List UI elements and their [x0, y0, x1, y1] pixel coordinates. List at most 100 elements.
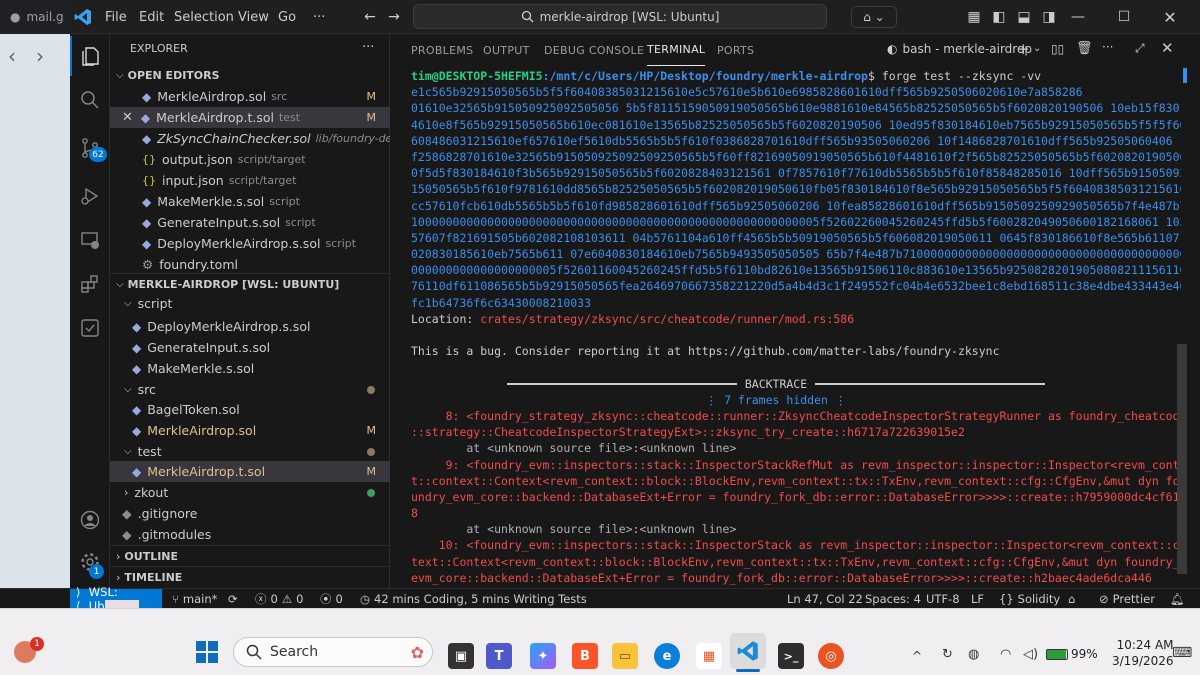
open-editor-item[interactable]: ◆ MakeMerkle.s.sol script — [110, 191, 390, 212]
edge-icon[interactable]: e — [654, 643, 680, 669]
new-terminal-icon[interactable]: + — [1017, 40, 1030, 58]
browser-tab[interactable]: ● mail.g — [0, 0, 70, 34]
tab-terminal[interactable]: TERMINAL — [647, 34, 706, 66]
tray-app-icon[interactable]: ◍ — [968, 647, 979, 662]
menu-go[interactable]: Go — [278, 0, 296, 34]
tab-output[interactable]: OUTPUT — [483, 34, 530, 66]
file-item[interactable]: ◆ MerkleAirdrop.sol M — [110, 420, 390, 441]
customize-layout-icon[interactable]: ▦ — [964, 7, 984, 27]
run-debug-icon[interactable] — [70, 176, 110, 216]
tab-ports[interactable]: PORTS — [717, 34, 754, 66]
close-icon[interactable]: ✕ — [1160, 7, 1180, 27]
ports-indicator[interactable]: ⦿ 0 — [320, 589, 343, 608]
account-icon[interactable] — [70, 500, 110, 540]
brave-icon[interactable]: B — [572, 643, 598, 669]
maximize-icon[interactable]: ☐ — [1114, 7, 1134, 27]
more-actions-icon[interactable]: ··· — [1102, 40, 1113, 54]
tray-overflow-icon[interactable]: ^ — [912, 649, 922, 663]
open-editor-item[interactable]: ⚙ foundry.toml — [110, 254, 390, 275]
open-editors-header[interactable]: ⌵ OPEN EDITORS — [110, 65, 390, 86]
open-editor-item-active[interactable]: ✕ ◆ MerkleAirdrop.t.sol test M — [110, 107, 390, 128]
split-terminal-icon[interactable]: ▯▯ — [1051, 42, 1064, 56]
copilot-button[interactable]: ⌂ ⌄ — [851, 6, 897, 28]
terminal-output[interactable]: tim@DESKTOP-5HEFMI5:/mnt/c/Users/HP/Desk… — [411, 68, 1181, 588]
file-item[interactable]: ◆ BagelToken.sol — [110, 399, 390, 420]
time-tracking[interactable]: ◷ 42 mins Coding, 5 mins Writing Tests — [360, 589, 587, 608]
open-editor-item[interactable]: ◆ ZkSyncChainChecker.sol lib/foundry-dev… — [110, 128, 429, 149]
open-editor-item[interactable]: ◆ GenerateInput.s.sol script — [110, 212, 390, 233]
explorer-icon[interactable] — [70, 36, 110, 76]
remote-explorer-icon[interactable] — [70, 220, 110, 260]
back-arrow-icon[interactable]: ← — [360, 7, 380, 27]
terminal-scrollbar[interactable] — [1177, 344, 1187, 574]
open-editor-item[interactable]: ◆ DeployMerkleAirdrop.s.sol script — [110, 233, 390, 254]
terminal-selector[interactable]: ◐ bash - merkle-airdrop — [887, 42, 1032, 56]
file-item-selected[interactable]: ◆ MerkleAirdrop.t.sol M — [110, 461, 390, 482]
file-explorer-icon[interactable]: ▭ — [612, 643, 638, 669]
tab-problems[interactable]: PROBLEMS — [411, 34, 473, 66]
search-icon[interactable] — [70, 80, 110, 120]
branch-indicator[interactable]: ⑂ main* — [172, 589, 217, 608]
tray-sync-icon[interactable]: ↻ — [942, 647, 953, 662]
sync-icon[interactable]: ⟳ — [228, 589, 238, 608]
trash-icon[interactable]: 🗑 — [1076, 41, 1093, 56]
store-icon[interactable]: ▦ — [696, 643, 722, 669]
browser-forward-icon[interactable]: › — [36, 44, 44, 68]
problems-indicator[interactable]: ⓧ 0 ⚠ 0 — [255, 589, 303, 608]
terminal-icon[interactable]: >_ — [778, 643, 804, 669]
tab-debug-console[interactable]: DEBUG CONSOLE — [544, 34, 644, 66]
notification-center-icon[interactable]: ⌨ — [1172, 645, 1192, 661]
folder-zkout[interactable]: › zkout — [110, 482, 390, 503]
file-item[interactable]: ◆ .gitmodules — [110, 524, 390, 545]
menu-file[interactable]: File — [105, 0, 127, 34]
file-item[interactable]: ◆ GenerateInput.s.sol — [110, 337, 390, 358]
close-editor-icon[interactable]: ✕ — [122, 110, 133, 125]
volume-icon[interactable]: ◁) — [1023, 647, 1038, 662]
chevron-down-icon[interactable]: ⌄ — [1033, 43, 1041, 54]
testing-icon[interactable] — [70, 308, 110, 348]
ubuntu-icon[interactable]: ◎ — [818, 643, 844, 669]
menu-view[interactable]: View — [238, 0, 269, 34]
minimize-icon[interactable]: — — [1068, 7, 1088, 27]
toggle-sidebar-icon[interactable]: ◧ — [989, 7, 1009, 27]
prettier-status[interactable]: ⊘ Prettier — [1099, 589, 1155, 608]
copilot-status-icon[interactable]: ⌂ — [1068, 589, 1075, 608]
battery-icon[interactable] — [1046, 649, 1068, 660]
folder-src[interactable]: ⌵ src — [110, 379, 390, 400]
project-header[interactable]: ⌵ MERKLE-AIRDROP [WSL: UBUNTU] — [110, 273, 390, 294]
windows-start-icon[interactable] — [196, 641, 218, 663]
toggle-secondary-sidebar-icon[interactable]: ◨ — [1039, 7, 1059, 27]
close-panel-icon[interactable]: ✕ — [1161, 39, 1174, 57]
forward-arrow-icon[interactable]: → — [384, 7, 404, 27]
file-item[interactable]: ◆ .gitignore — [110, 503, 390, 524]
menu-more[interactable]: ··· — [313, 0, 325, 34]
vscode-taskbar-button[interactable] — [730, 633, 766, 669]
file-item[interactable]: ◆ DeployMerkleAirdrop.s.sol — [110, 316, 390, 337]
maximize-panel-icon[interactable]: ⤢ — [1135, 41, 1145, 56]
command-center[interactable]: merkle-airdrop [WSL: Ubuntu] — [413, 4, 827, 29]
open-editor-item[interactable]: {} output.json script/target — [110, 149, 390, 170]
explorer-more-button[interactable]: ··· — [362, 40, 374, 55]
folder-test[interactable]: ⌵ test — [110, 441, 390, 462]
outline-header[interactable]: › OUTLINE — [110, 545, 390, 566]
task-view-icon[interactable]: ▣ — [448, 643, 474, 669]
indentation[interactable]: Spaces: 4 — [865, 589, 921, 608]
clock[interactable]: 10:24 AM 3/19/2026 — [1112, 638, 1174, 668]
copilot-icon[interactable]: ✦ — [530, 643, 556, 669]
extensions-icon[interactable] — [70, 264, 110, 304]
menu-selection[interactable]: Selection — [174, 0, 234, 34]
folder-script[interactable]: ⌵ script — [110, 293, 390, 314]
cursor-position[interactable]: Ln 47, Col 22 — [787, 589, 863, 608]
encoding[interactable]: UTF-8 — [926, 589, 960, 608]
notifications-bell-icon[interactable]: 🔔︎ — [1170, 589, 1185, 608]
wifi-icon[interactable]: ◠ — [1000, 647, 1011, 662]
language-mode[interactable]: {} Solidity — [999, 589, 1060, 608]
menu-edit[interactable]: Edit — [139, 0, 164, 34]
open-editor-item[interactable]: {} input.json script/target — [110, 170, 390, 191]
taskbar-search[interactable]: Search ✿ — [233, 637, 433, 667]
open-editor-item[interactable]: ◆ MerkleAirdrop.sol src M — [110, 86, 390, 107]
toggle-panel-icon[interactable]: ⬓ — [1014, 7, 1034, 27]
file-item[interactable]: ◆ MakeMerkle.s.sol — [110, 358, 390, 379]
browser-back-icon[interactable]: ‹ — [8, 44, 16, 68]
teams-icon[interactable]: T — [486, 643, 512, 669]
